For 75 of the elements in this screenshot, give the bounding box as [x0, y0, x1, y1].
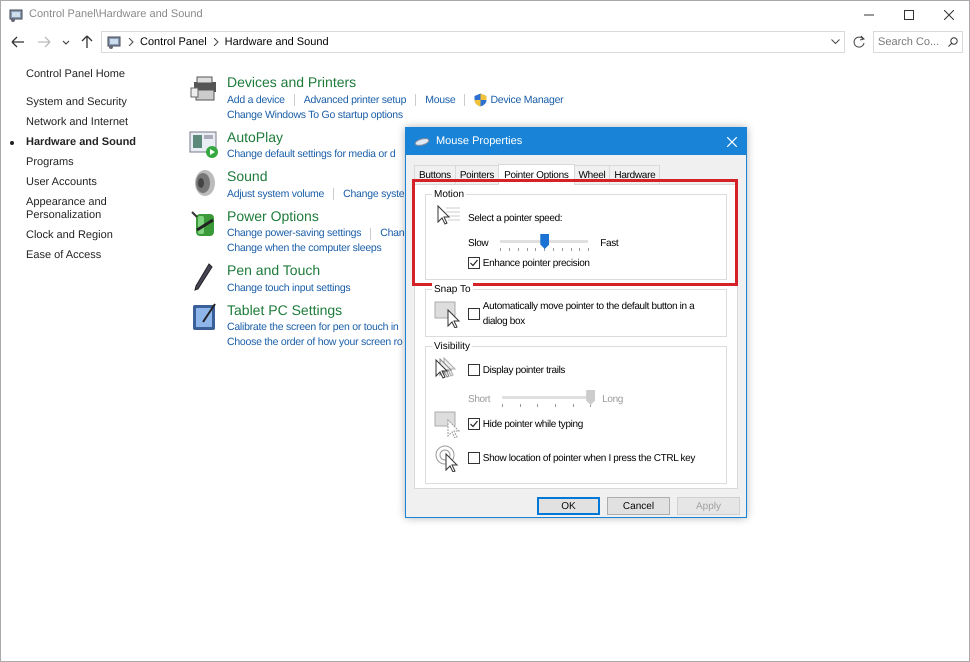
task-link[interactable]: Device Manager: [490, 92, 564, 108]
close-icon: [944, 10, 954, 20]
window-title: Control Panel\Hardware and Sound: [29, 7, 203, 22]
sidebar-link[interactable]: System and Security: [26, 96, 146, 109]
category-link[interactable]: Power Options: [227, 208, 319, 224]
speed-label: Select a pointer speed:: [468, 212, 562, 226]
refresh-icon: [852, 35, 866, 49]
sidebar-link[interactable]: Appearance and Personalization: [26, 196, 146, 222]
checkbox[interactable]: [468, 418, 480, 430]
checkbox[interactable]: [468, 308, 480, 320]
sidebar-link[interactable]: Clock and Region: [26, 229, 146, 242]
sidebar-link[interactable]: Hardware and Sound: [26, 136, 176, 149]
category-link[interactable]: AutoPlay: [227, 128, 284, 146]
category-link[interactable]: Tablet PC Settings: [227, 302, 342, 318]
up-icon: [80, 34, 94, 50]
task-link[interactable]: Advanced printer setup: [304, 92, 406, 108]
address-bar[interactable]: Control Panel Hardware and Sound: [101, 31, 845, 53]
close-icon: [727, 136, 737, 146]
breadcrumb[interactable]: Control Panel: [140, 34, 207, 50]
search-field[interactable]: Search Co...: [873, 31, 963, 53]
group-title: Snap To: [432, 282, 473, 297]
autoplay-icon: [189, 128, 219, 158]
checkbox-label: Hide pointer while typing: [482, 418, 583, 432]
sidebar-link[interactable]: Control Panel Home: [26, 68, 146, 81]
sidebar-link[interactable]: Ease of Access: [26, 249, 146, 262]
checkbox-label: Automatically move pointer to the default button in a dialog box: [482, 300, 696, 329]
hide-pointer-icon: [434, 410, 462, 438]
slider-thumb[interactable]: [540, 234, 550, 249]
dialog-button[interactable]: Cancel: [607, 497, 670, 515]
breadcrumb[interactable]: Hardware and Sound: [224, 34, 329, 50]
dialog-title: Mouse Properties: [436, 134, 522, 150]
control-panel-icon: [8, 6, 24, 22]
search-icon: [948, 37, 958, 47]
group-title: Visibility: [432, 339, 472, 354]
task-link[interactable]: Change power-saving settings: [227, 226, 362, 241]
slider-label: Fast: [600, 236, 618, 250]
maximize-icon: [904, 10, 914, 20]
task-link[interactable]: Adjust system volume: [227, 186, 324, 202]
checkbox-label: Display pointer trails: [482, 364, 566, 378]
task-link[interactable]: Change syste: [343, 186, 404, 202]
task-link[interactable]: Change when the computer sleeps: [227, 241, 382, 256]
slider-label: Short: [468, 392, 490, 406]
category-link[interactable]: Pen and Touch: [227, 262, 320, 279]
category-link[interactable]: Devices and Printers: [227, 74, 356, 91]
sidebar-link[interactable]: User Accounts: [26, 176, 146, 189]
checkbox[interactable]: [468, 364, 480, 376]
task-link[interactable]: Chan: [380, 226, 404, 241]
chevron-icon: [212, 38, 219, 46]
sidebar-link[interactable]: Network and Internet: [26, 116, 146, 129]
back-icon: [10, 35, 26, 49]
caret-icon: [62, 38, 70, 46]
sidebar-link[interactable]: Programs: [26, 156, 146, 169]
task-link[interactable]: Calibrate the screen for pen or touch in: [227, 320, 399, 335]
bullet-icon: [10, 141, 14, 145]
shield-icon: [474, 93, 488, 107]
dialog-button[interactable]: OK: [537, 497, 600, 515]
category-link[interactable]: Sound: [227, 168, 268, 185]
task-link[interactable]: Choose the order of how your screen ro: [227, 335, 403, 350]
slider-label: Slow: [468, 236, 488, 250]
checkbox-label: Enhance pointer precision: [482, 256, 590, 270]
mouse-icon: [414, 138, 430, 146]
checkbox-label: Show location of pointer when I press the CTRL key: [482, 452, 695, 466]
control-panel-icon: [106, 34, 122, 50]
task-link[interactable]: Mouse: [425, 92, 456, 108]
dropdown-icon[interactable]: [831, 39, 840, 45]
task-link[interactable]: Change Windows To Go startup options: [227, 108, 403, 122]
checkbox[interactable]: [468, 257, 480, 269]
snap-pointer-icon: [434, 300, 462, 328]
task-link[interactable]: Change default settings for media or d: [227, 147, 396, 162]
task-link[interactable]: Add a device: [227, 92, 285, 108]
slider-label: Long: [602, 392, 624, 406]
chevron-icon: [128, 38, 134, 46]
forward-icon: [36, 35, 52, 49]
checkbox[interactable]: [468, 452, 480, 464]
task-link[interactable]: Change touch input settings: [227, 280, 350, 296]
